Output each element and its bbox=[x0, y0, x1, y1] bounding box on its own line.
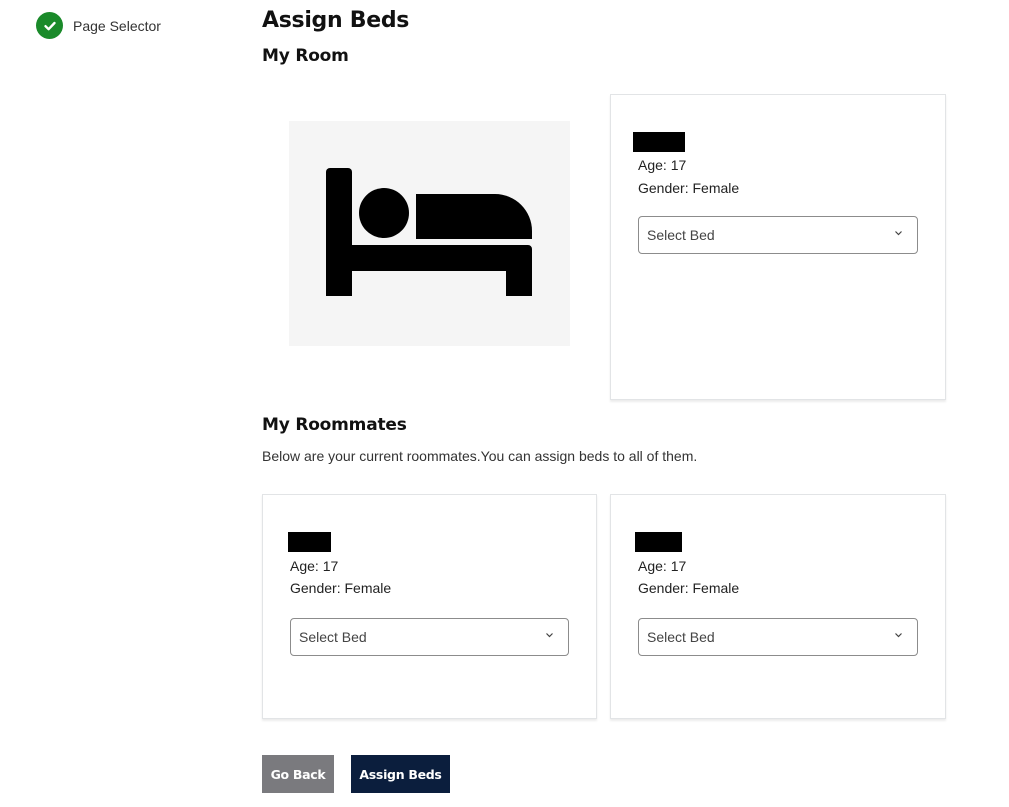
roommate-card: Age: 17 Gender: Female Select Bed bbox=[610, 494, 946, 719]
bed-select-placeholder: Select Bed bbox=[647, 629, 715, 645]
assign-beds-button[interactable]: Assign Beds bbox=[351, 755, 450, 793]
roommate-card: Age: 17 Gender: Female Select Bed bbox=[262, 494, 597, 719]
my-room-occupant-card: Age: 17 Gender: Female Select Bed bbox=[610, 94, 946, 400]
chevron-down-icon bbox=[895, 633, 902, 638]
bed-select[interactable]: Select Bed bbox=[290, 618, 569, 656]
go-back-button[interactable]: Go Back bbox=[262, 755, 334, 793]
redacted-name bbox=[633, 132, 685, 152]
occupant-gender: Gender: Female bbox=[638, 180, 740, 196]
bed-select[interactable]: Select Bed bbox=[638, 216, 918, 254]
room-image bbox=[289, 121, 570, 346]
roommate-age: Age: 17 bbox=[290, 558, 339, 574]
my-roommates-title: My Roommates bbox=[262, 415, 407, 435]
bed-select-placeholder: Select Bed bbox=[647, 227, 715, 243]
roommate-gender: Gender: Female bbox=[290, 580, 392, 596]
bed-select[interactable]: Select Bed bbox=[638, 618, 918, 656]
chevron-down-icon bbox=[895, 231, 902, 236]
roommate-gender: Gender: Female bbox=[638, 580, 740, 596]
redacted-name bbox=[635, 532, 682, 552]
sidebar-step-page-selector[interactable]: Page Selector bbox=[36, 12, 161, 39]
occupant-age: Age: 17 bbox=[638, 157, 687, 173]
redacted-name bbox=[288, 532, 331, 552]
bed-icon bbox=[326, 168, 532, 296]
roommates-description: Below are your current roommates.You can… bbox=[262, 448, 698, 464]
chevron-down-icon bbox=[546, 633, 553, 638]
check-circle-icon bbox=[36, 12, 63, 39]
sidebar-step-label: Page Selector bbox=[73, 17, 161, 34]
my-room-title: My Room bbox=[262, 46, 349, 66]
bed-select-placeholder: Select Bed bbox=[299, 629, 367, 645]
page-title: Assign Beds bbox=[262, 8, 410, 33]
roommate-age: Age: 17 bbox=[638, 558, 687, 574]
